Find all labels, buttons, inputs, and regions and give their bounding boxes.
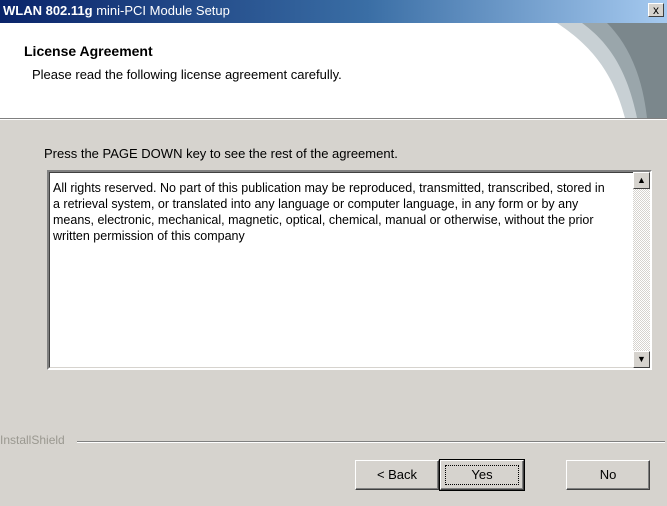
license-text-area[interactable]: All rights reserved. No part of this pub… bbox=[47, 170, 652, 370]
yes-button-label: Yes bbox=[471, 467, 493, 482]
footer-separator bbox=[77, 441, 665, 443]
setup-dialog: WLAN 802.11g mini-PCI Module Setup x Lic… bbox=[0, 0, 667, 506]
vertical-scrollbar[interactable]: ▲ ▼ bbox=[633, 172, 650, 368]
close-icon[interactable]: x bbox=[648, 3, 664, 17]
down-arrow-icon[interactable]: ▼ bbox=[633, 351, 650, 368]
back-button-label: < Back bbox=[376, 467, 418, 482]
no-button-label: No bbox=[599, 467, 617, 482]
header-separator bbox=[0, 118, 667, 120]
license-text: All rights reserved. No part of this pub… bbox=[53, 181, 605, 243]
no-button[interactable]: No bbox=[566, 460, 650, 490]
yes-button[interactable]: Yes bbox=[439, 459, 525, 491]
up-arrow-icon[interactable]: ▲ bbox=[633, 172, 650, 189]
page-subtitle: Please read the following license agreem… bbox=[32, 67, 342, 82]
window-title: WLAN 802.11g mini-PCI Module Setup bbox=[3, 3, 230, 18]
title-bar[interactable]: WLAN 802.11g mini-PCI Module Setup x bbox=[0, 0, 667, 23]
page-title: License Agreement bbox=[24, 43, 153, 59]
header-panel: License Agreement Please read the follow… bbox=[0, 23, 667, 118]
header-graphic-icon bbox=[557, 23, 667, 118]
window-title-product: WLAN 802.11g bbox=[3, 3, 93, 18]
window-title-rest: mini-PCI Module Setup bbox=[92, 3, 230, 18]
back-button[interactable]: < Back bbox=[355, 460, 439, 490]
instruction-text: Press the PAGE DOWN key to see the rest … bbox=[44, 146, 398, 161]
installshield-label: InstallShield bbox=[0, 433, 65, 447]
